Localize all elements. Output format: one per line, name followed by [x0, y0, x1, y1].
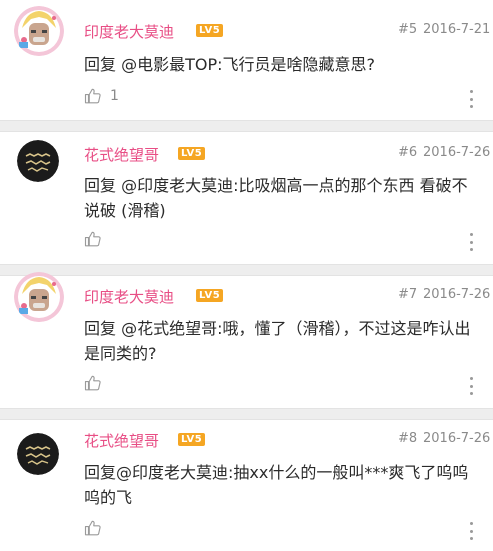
thumbs-up-icon	[84, 88, 101, 104]
thumbs-up-icon	[84, 231, 101, 247]
like-button[interactable]	[84, 230, 110, 248]
post-date: 2016-7-21	[423, 22, 491, 37]
comment-list: 印度老大莫迪 LV5 #5 2016-7-21 回复 @电影最TOP:飞行员是啥…	[0, 0, 493, 551]
comment-item: 印度老大莫迪 LV5 #5 2016-7-21 回复 @电影最TOP:飞行员是啥…	[0, 0, 493, 120]
more-vertical-icon[interactable]	[465, 377, 477, 395]
comment-item: 花式绝望哥 LV5 #6 2016-7-26 回复 @印度老大莫迪:比吸烟高一点…	[0, 132, 493, 264]
username[interactable]: 印度老大莫迪	[84, 286, 174, 307]
thumbs-up-icon	[84, 520, 101, 536]
divider	[0, 408, 493, 420]
divider	[0, 120, 493, 132]
floor-number: #7	[398, 287, 418, 302]
floor-number: #5	[398, 22, 418, 37]
more-vertical-icon[interactable]	[465, 90, 477, 108]
username[interactable]: 印度老大莫迪	[84, 21, 174, 42]
divider	[0, 264, 493, 276]
post-date: 2016-7-26	[423, 145, 491, 160]
level-badge: LV5	[196, 289, 224, 302]
avatar-icon[interactable]	[17, 433, 59, 475]
more-vertical-icon[interactable]	[465, 233, 477, 251]
like-button[interactable]: 1	[84, 87, 119, 105]
floor-number: #6	[398, 145, 418, 160]
post-date: 2016-7-26	[423, 431, 491, 446]
comment-content: 回复@印度老大莫迪:抽xx什么的一般叫***爽飞了呜呜呜的飞	[84, 463, 469, 507]
more-vertical-icon[interactable]	[465, 522, 477, 540]
comment-content: 回复 @电影最TOP:飞行员是啥隐藏意思?	[84, 55, 375, 74]
like-button[interactable]	[84, 519, 110, 537]
comment-content: 回复 @印度老大莫迪:比吸烟高一点的那个东西 看破不说破 (滑稽)	[84, 176, 468, 220]
comment-item: 花式绝望哥 LV5 #8 2016-7-26 回复@印度老大莫迪:抽xx什么的一…	[0, 420, 493, 551]
like-button[interactable]	[84, 374, 110, 392]
thumbs-up-icon	[84, 375, 101, 391]
comment-item: 印度老大莫迪 LV5 #7 2016-7-26 回复 @花式绝望哥:哦，懂了（滑…	[0, 272, 493, 408]
level-badge: LV5	[178, 147, 206, 160]
avatar-icon[interactable]	[14, 272, 64, 322]
level-badge: LV5	[178, 433, 206, 446]
level-badge: LV5	[196, 24, 224, 37]
username[interactable]: 花式绝望哥	[84, 144, 159, 165]
avatar-icon[interactable]	[14, 6, 64, 56]
floor-number: #8	[398, 431, 418, 446]
post-date: 2016-7-26	[423, 287, 491, 302]
like-count: 1	[110, 88, 119, 104]
avatar-icon[interactable]	[17, 140, 59, 182]
comment-content: 回复 @花式绝望哥:哦，懂了（滑稽），不过这是咋认出是同类的?	[84, 319, 471, 363]
username[interactable]: 花式绝望哥	[84, 430, 159, 451]
